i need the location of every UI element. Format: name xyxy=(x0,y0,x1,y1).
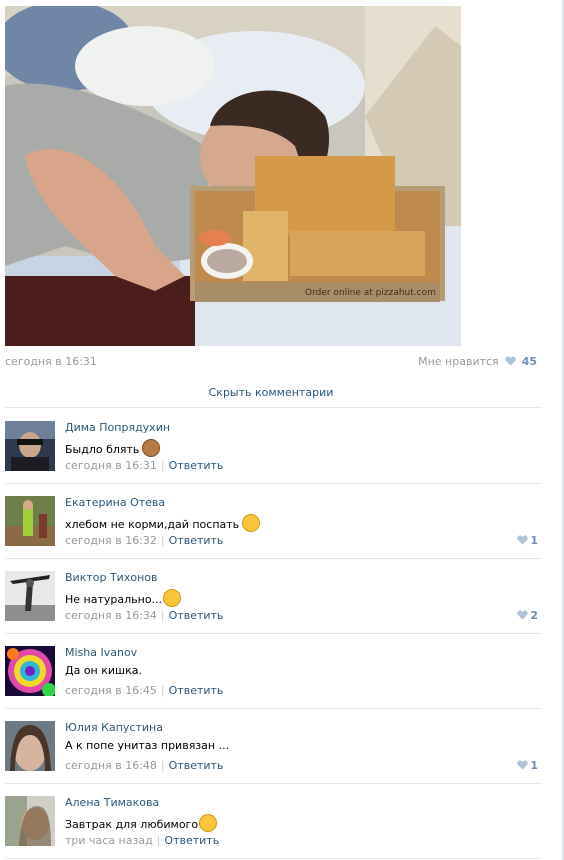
reply-button[interactable]: Ответить xyxy=(164,834,219,847)
reply-button[interactable]: Ответить xyxy=(169,459,224,472)
divider: | xyxy=(160,534,165,547)
comment-author[interactable]: Misha Ivanov xyxy=(65,646,137,659)
comment-meta: сегодня в 16:48 | Ответить xyxy=(65,759,223,772)
comment-text: А к попе унитаз привязан ... xyxy=(65,739,230,752)
avatar[interactable] xyxy=(5,571,55,621)
comment-author[interactable]: Екатерина Отева xyxy=(65,496,165,509)
comment-like-button[interactable]: 2 xyxy=(517,609,538,622)
heart-icon xyxy=(517,760,529,770)
comment-meta: сегодня в 16:45 | Ответить xyxy=(65,684,223,697)
hide-comments-link[interactable]: Скрыть комментарии xyxy=(5,386,537,399)
comment-text-body: Быдло блять xyxy=(65,443,140,456)
heart-icon xyxy=(505,356,516,366)
post-like-button[interactable]: Мне нравится 45 xyxy=(418,355,537,368)
comment-like-button[interactable]: 1 xyxy=(517,759,538,772)
post-date[interactable]: сегодня в 16:31 xyxy=(5,355,97,368)
comment-text: Быдло блять xyxy=(65,439,161,457)
comment-meta: сегодня в 16:32 | Ответить xyxy=(65,534,223,547)
comment-like-count: 1 xyxy=(530,534,538,547)
reply-button[interactable]: Ответить xyxy=(169,534,224,547)
comment-like-button[interactable]: 1 xyxy=(517,534,538,547)
avatar[interactable] xyxy=(5,646,55,696)
reply-button[interactable]: Ответить xyxy=(169,759,224,772)
avatar[interactable] xyxy=(5,796,55,846)
comment-time[interactable]: сегодня в 16:34 xyxy=(65,609,157,622)
comment-item: Дима Попрядухин Быдло блять сегодня в 16… xyxy=(5,408,542,484)
svg-text:Order online at pizzahut.com: Order online at pizzahut.com xyxy=(305,288,436,298)
comment-time[interactable]: сегодня в 16:31 xyxy=(65,459,157,472)
heart-icon xyxy=(517,610,529,620)
comment-author[interactable]: Дима Попрядухин xyxy=(65,421,170,434)
comment-text: Да он кишка. xyxy=(65,664,142,677)
comment-text: Не натурально... xyxy=(65,589,182,607)
comment-text: Завтрак для любимого xyxy=(65,814,218,832)
like-count: 45 xyxy=(521,355,537,368)
comment-meta: сегодня в 16:34 | Ответить xyxy=(65,609,223,622)
monkey-emoji-icon xyxy=(142,439,161,457)
divider: | xyxy=(160,609,165,622)
laugh-tears-emoji-icon xyxy=(163,589,182,607)
avatar[interactable] xyxy=(5,721,55,771)
divider: | xyxy=(160,684,165,697)
comment-item: Алена Тимакова Завтрак для любимого три … xyxy=(5,783,542,859)
comment-item: Юлия Капустина А к попе унитаз привязан … xyxy=(5,708,542,784)
comment-text-body: Не натурально... xyxy=(65,593,163,606)
divider: | xyxy=(160,759,165,772)
comment-text: хлебом не корми,дай поспать xyxy=(65,514,261,532)
comment-text-body: хлебом не корми,дай поспать xyxy=(65,518,240,531)
comment-item: Екатерина Отева хлебом не корми,дай посп… xyxy=(5,483,542,559)
like-label: Мне нравится xyxy=(418,355,499,368)
divider: | xyxy=(156,834,161,847)
comment-time[interactable]: сегодня в 16:32 xyxy=(65,534,157,547)
comment-meta: три часа назад | Ответить xyxy=(65,834,219,847)
surprised-emoji-icon xyxy=(199,814,218,832)
post-photo[interactable]: Order online at pizzahut.com xyxy=(5,6,461,346)
comment-time[interactable]: сегодня в 16:45 xyxy=(65,684,157,697)
comment-time[interactable]: сегодня в 16:48 xyxy=(65,759,157,772)
reply-button[interactable]: Ответить xyxy=(169,609,224,622)
comment-meta: сегодня в 16:31 | Ответить xyxy=(65,459,223,472)
comment-item: Misha Ivanov Да он кишка. сегодня в 16:4… xyxy=(5,633,542,709)
comment-author[interactable]: Юлия Капустина xyxy=(65,721,163,734)
comment-like-count: 1 xyxy=(530,759,538,772)
comment-like-count: 2 xyxy=(530,609,538,622)
grin-emoji-icon xyxy=(242,514,261,532)
comment-time[interactable]: три часа назад xyxy=(65,834,153,847)
comment-text-body: Завтрак для любимого xyxy=(65,818,199,831)
divider: | xyxy=(160,459,165,472)
avatar[interactable] xyxy=(5,421,55,471)
reply-button[interactable]: Ответить xyxy=(169,684,224,697)
avatar[interactable] xyxy=(5,496,55,546)
comment-author[interactable]: Алена Тимакова xyxy=(65,796,159,809)
comment-item: Виктор Тихонов Не натурально... сегодня … xyxy=(5,558,542,634)
comment-author[interactable]: Виктор Тихонов xyxy=(65,571,157,584)
heart-icon xyxy=(517,535,529,545)
post-meta: сегодня в 16:31 Мне нравится 45 xyxy=(5,355,537,369)
